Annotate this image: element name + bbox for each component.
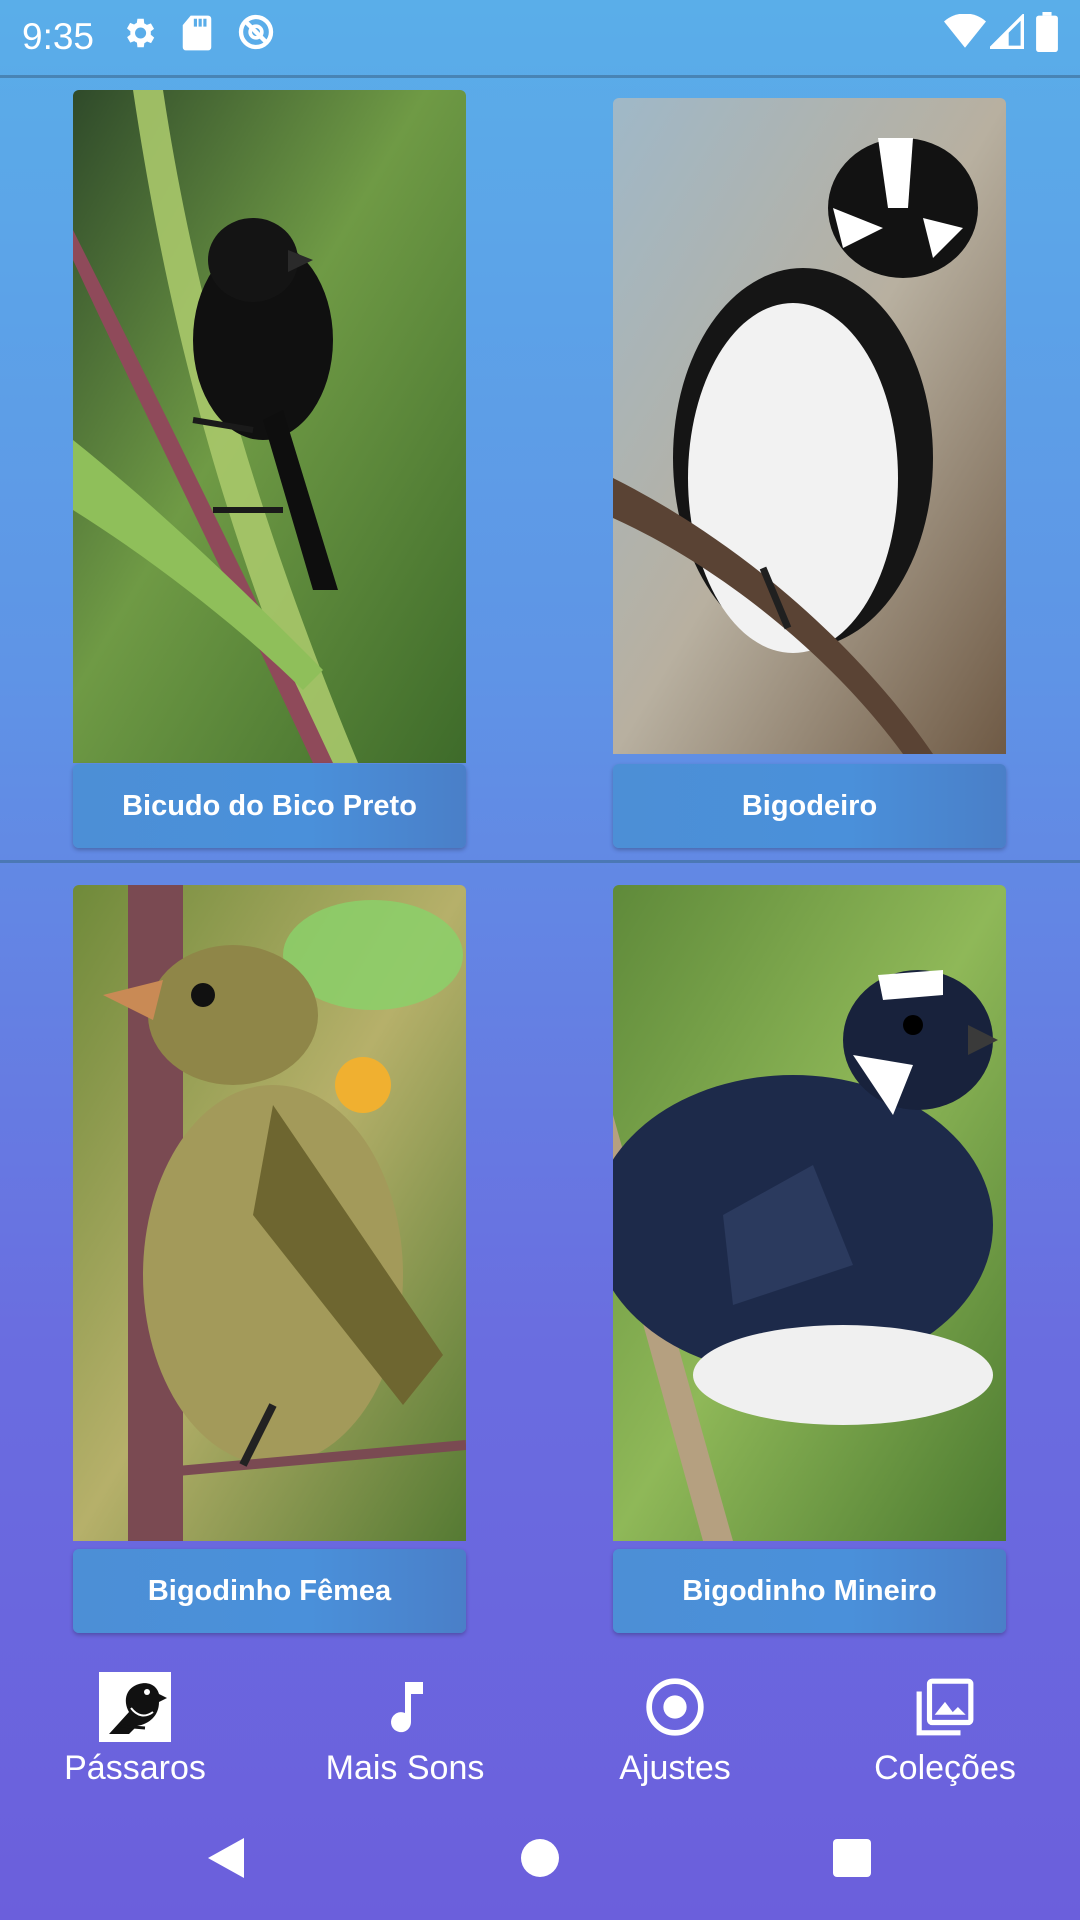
bird-photo[interactable] bbox=[613, 98, 1006, 754]
recents-icon[interactable] bbox=[832, 1838, 872, 1883]
system-navigation-bar bbox=[0, 1810, 1080, 1920]
nav-label: Ajustes bbox=[619, 1749, 731, 1787]
nav-item-mais-sons[interactable]: Mais Sons bbox=[270, 1640, 540, 1810]
bird-icon bbox=[99, 1672, 171, 1747]
home-icon[interactable] bbox=[520, 1838, 560, 1883]
status-bar: 9:35 bbox=[0, 0, 1080, 76]
bird-name-button[interactable]: Bigodinho Mineiro bbox=[613, 1549, 1006, 1633]
battery-icon bbox=[1036, 12, 1058, 57]
no-disturb-icon bbox=[236, 12, 276, 57]
signal-icon bbox=[987, 12, 1024, 55]
nav-item-ajustes[interactable]: Ajustes bbox=[540, 1640, 810, 1810]
nav-label: Coleções bbox=[874, 1749, 1016, 1787]
photo-library-icon bbox=[914, 1676, 976, 1743]
app-screen: 9:35 Bicudo do Bico Preto Bigodeiro Bigo… bbox=[0, 0, 1080, 1920]
bird-card[interactable]: Bigodeiro bbox=[613, 98, 1006, 848]
bird-name-button[interactable]: Bicudo do Bico Preto bbox=[73, 764, 466, 848]
bird-name-button[interactable]: Bigodeiro bbox=[613, 764, 1006, 848]
nav-label: Mais Sons bbox=[325, 1749, 485, 1787]
bird-photo[interactable] bbox=[613, 885, 1006, 1541]
sd-card-icon bbox=[180, 14, 214, 57]
bird-card[interactable]: Bigodinho Fêmea bbox=[73, 885, 466, 1633]
status-divider bbox=[0, 75, 1080, 78]
nav-label: Pássaros bbox=[64, 1749, 206, 1787]
bottom-navigation: Pássaros Mais Sons Ajustes Coleções bbox=[0, 1640, 1080, 1810]
nav-item-colecoes[interactable]: Coleções bbox=[810, 1640, 1080, 1810]
settings-icon bbox=[120, 14, 158, 57]
wifi-icon bbox=[944, 13, 986, 55]
bird-name-button[interactable]: Bigodinho Fêmea bbox=[73, 1549, 466, 1633]
bird-card[interactable]: Bicudo do Bico Preto bbox=[73, 90, 466, 848]
music-note-icon bbox=[381, 1678, 429, 1739]
back-icon[interactable] bbox=[204, 1834, 248, 1887]
status-time: 9:35 bbox=[22, 16, 95, 57]
bird-card[interactable]: Bigodinho Mineiro bbox=[613, 885, 1006, 1633]
radio-button-icon bbox=[644, 1676, 706, 1743]
row-divider bbox=[0, 860, 1080, 863]
nav-item-passaros[interactable]: Pássaros bbox=[0, 1640, 270, 1810]
bird-photo[interactable] bbox=[73, 90, 466, 763]
bird-photo[interactable] bbox=[73, 885, 466, 1541]
